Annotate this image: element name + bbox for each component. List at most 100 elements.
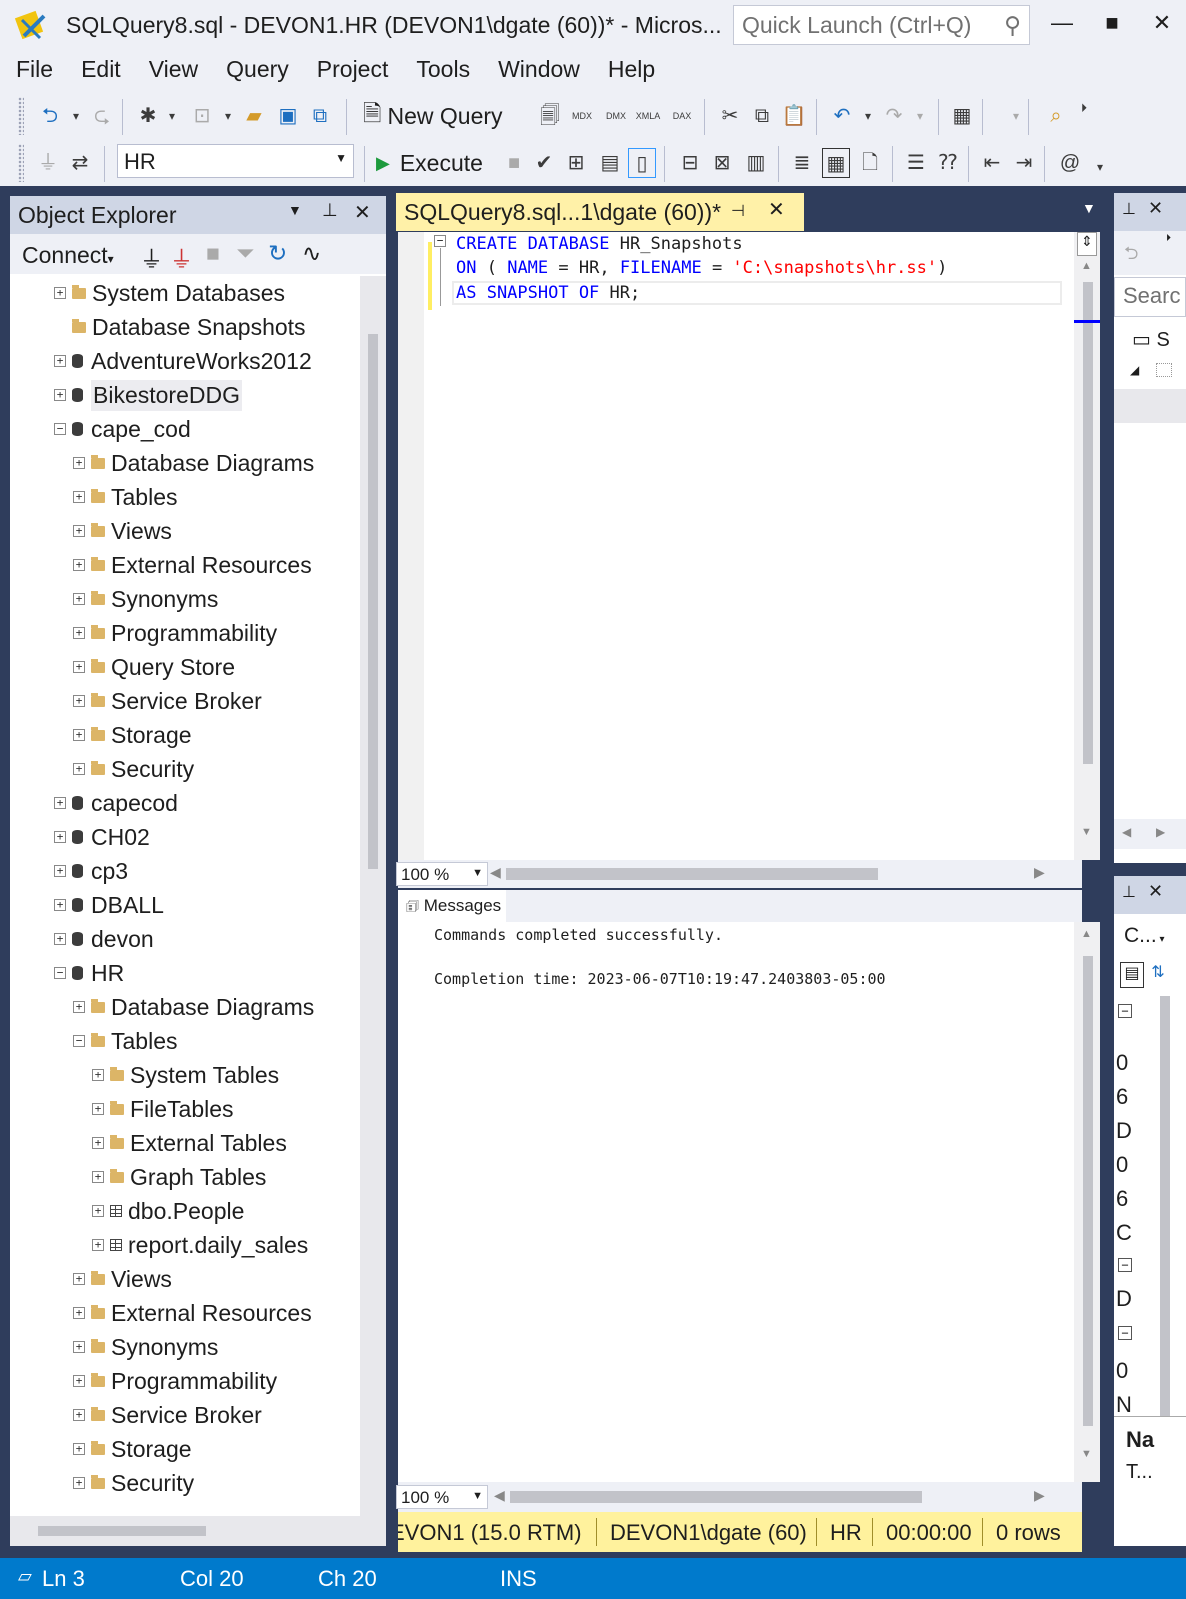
expand-node-icon[interactable]: + xyxy=(73,593,85,605)
tree-node[interactable]: + Query Store xyxy=(73,651,235,683)
expand-node-icon[interactable]: + xyxy=(73,1273,85,1285)
maximize-button[interactable]: ■ xyxy=(1090,6,1134,40)
close-window-button[interactable]: ✕ xyxy=(1140,6,1184,40)
tree-node[interactable]: + devon xyxy=(54,923,154,955)
dmx-query-icon[interactable]: DMX xyxy=(602,101,630,131)
expand-node-icon[interactable]: + xyxy=(73,457,85,469)
selected-row[interactable] xyxy=(1114,389,1186,423)
tree-node[interactable]: + cp3 xyxy=(54,855,128,887)
change-connection-icon[interactable]: ⇄ xyxy=(66,148,94,178)
scroll-down-icon[interactable]: ▼ xyxy=(1081,1448,1092,1460)
expand-node-icon[interactable]: + xyxy=(54,831,66,843)
tree-node[interactable]: + External Resources xyxy=(73,549,312,581)
back-icon[interactable]: ⮌ xyxy=(36,101,64,131)
expand-node-icon[interactable]: + xyxy=(92,1205,104,1217)
save-icon[interactable]: ▣ xyxy=(274,101,302,131)
pin-icon[interactable]: ⊥ xyxy=(1122,199,1136,219)
back-icon[interactable]: ⮌ xyxy=(1124,241,1138,271)
pin-icon[interactable]: ⊥ xyxy=(322,200,338,221)
menu-help[interactable]: Help xyxy=(596,52,671,92)
tree-node[interactable]: + CH02 xyxy=(54,821,150,853)
solution-node[interactable]: ▭ S xyxy=(1132,327,1170,352)
add-item-icon[interactable]: ⊡ xyxy=(188,101,216,131)
paste-icon[interactable]: 📋 xyxy=(780,101,808,131)
scroll-up-icon[interactable]: ▲ xyxy=(1081,928,1092,940)
close-panel-icon[interactable]: ✕ xyxy=(1148,198,1163,219)
tree-node[interactable]: + DBALL xyxy=(54,889,164,921)
tree-node[interactable]: + Views xyxy=(73,515,172,547)
expand-node-icon[interactable]: + xyxy=(73,627,85,639)
scroll-right-icon[interactable]: ▶ xyxy=(1156,825,1165,839)
horizontal-scrollbar-thumb[interactable] xyxy=(510,1491,922,1503)
connect-button[interactable]: Connect▾ xyxy=(22,242,114,269)
stop-icon[interactable]: ■ xyxy=(206,240,220,267)
tree-node[interactable]: + Database Diagrams xyxy=(73,447,314,479)
expand-node-icon[interactable]: + xyxy=(73,1001,85,1013)
tree-node[interactable]: − Tables xyxy=(73,1025,177,1057)
toolbar-grip[interactable] xyxy=(18,144,24,182)
tree-node[interactable]: + FileTables xyxy=(92,1093,234,1125)
query-options-icon[interactable]: ▤ xyxy=(596,148,624,178)
expand-node-icon[interactable]: + xyxy=(54,865,66,877)
tree-node[interactable]: + External Resources xyxy=(73,1297,312,1329)
tree-node[interactable]: + Views xyxy=(73,1263,172,1295)
activity-monitor-icon[interactable]: ∿ xyxy=(302,240,321,267)
tree-node[interactable]: + System Databases xyxy=(54,277,285,309)
expand-node-icon[interactable]: + xyxy=(92,1103,104,1115)
query-editor-tab[interactable]: SQLQuery8.sql...1\dgate (60))* ⊣ ✕ xyxy=(396,193,804,231)
new-project-dropdown-icon[interactable]: ▾ xyxy=(158,101,186,131)
tree-node[interactable]: − cape_cod xyxy=(54,413,191,445)
expand-node-icon[interactable]: + xyxy=(92,1137,104,1149)
scrollbar-thumb[interactable] xyxy=(1083,956,1093,1426)
tree-node[interactable]: + Tables xyxy=(73,481,177,513)
filter-icon[interactable]: ⏷ xyxy=(236,240,254,267)
parse-checkmark-icon[interactable]: ✔ xyxy=(530,148,558,178)
expand-node-icon[interactable]: + xyxy=(73,491,85,503)
client-statistics-icon[interactable]: ▥ xyxy=(742,148,770,178)
editor-vertical-scrollbar[interactable]: ⇕ ▲ ▼ xyxy=(1074,232,1100,860)
toolbar-grip[interactable] xyxy=(18,97,24,135)
scroll-left-icon[interactable]: ◀ xyxy=(494,1487,505,1504)
tree-node[interactable]: Database Snapshots xyxy=(54,311,306,343)
categorized-icon[interactable]: ▤ xyxy=(1120,962,1144,988)
save-all-icon[interactable]: ⧉ xyxy=(306,101,334,131)
disconnect-icon[interactable]: ⏚ xyxy=(170,240,193,274)
sql-code-editor[interactable]: − CREATE DATABASE HR_Snapshots ON ( NAME… xyxy=(398,232,1100,860)
panel-menu-dropdown-icon[interactable]: ▼ xyxy=(288,202,302,218)
new-query-button[interactable]: 🗎 New Query xyxy=(363,97,503,135)
horizontal-scrollbar-thumb[interactable] xyxy=(506,868,878,880)
minimize-button[interactable]: — xyxy=(1040,6,1084,40)
redo-dropdown-icon[interactable]: ▾ xyxy=(906,101,934,131)
back-dropdown-icon[interactable]: ▾ xyxy=(62,101,90,131)
expand-node-icon[interactable]: + xyxy=(73,661,85,673)
object-explorer-vertical-scrollbar[interactable] xyxy=(360,276,386,1516)
expand-node-icon[interactable]: + xyxy=(73,1443,85,1455)
tab-list-dropdown-icon[interactable]: ▼ xyxy=(1082,200,1096,216)
tree-node[interactable]: + Storage xyxy=(73,1433,192,1465)
scroll-left-icon[interactable]: ◀ xyxy=(490,864,501,881)
expand-node-icon[interactable]: + xyxy=(73,1375,85,1387)
expand-node-icon[interactable]: + xyxy=(73,695,85,707)
toolbar-overflow-icon[interactable]: ▾ xyxy=(1086,152,1114,182)
collapse-node-icon[interactable]: − xyxy=(54,423,66,435)
messages-pane[interactable]: Commands completed successfully. Complet… xyxy=(398,922,1100,1482)
tree-node[interactable]: + Graph Tables xyxy=(92,1161,266,1193)
xmla-query-icon[interactable]: XMLA xyxy=(634,101,662,131)
expand-node-icon[interactable]: + xyxy=(54,797,66,809)
solution-horizontal-scrollbar[interactable]: ◀ ▶ xyxy=(1114,819,1186,849)
comment-lines-icon[interactable]: ☰ xyxy=(902,148,930,178)
tree-node[interactable]: + External Tables xyxy=(92,1127,287,1159)
display-estimated-plan-icon[interactable]: ⊞ xyxy=(562,148,590,178)
scrollbar-thumb[interactable] xyxy=(1083,282,1093,764)
collapse-category-icon[interactable]: − xyxy=(1118,1004,1132,1018)
include-actual-plan-icon[interactable]: ⊟ xyxy=(676,148,704,178)
refresh-icon[interactable]: ↻ xyxy=(268,240,287,267)
collapse-region-icon[interactable]: − xyxy=(434,235,446,247)
expand-node-icon[interactable]: + xyxy=(92,1239,104,1251)
expand-node-icon[interactable]: + xyxy=(73,729,85,741)
expand-triangle-icon[interactable]: ◢ xyxy=(1130,363,1139,377)
toolbar-overflow-icon[interactable]: ⏵ xyxy=(1070,93,1098,123)
database-engine-query-icon[interactable]: 🗐 xyxy=(536,101,564,131)
close-tab-icon[interactable]: ✕ xyxy=(768,197,785,222)
uncomment-lines-icon[interactable]: ⁇ xyxy=(934,148,962,178)
